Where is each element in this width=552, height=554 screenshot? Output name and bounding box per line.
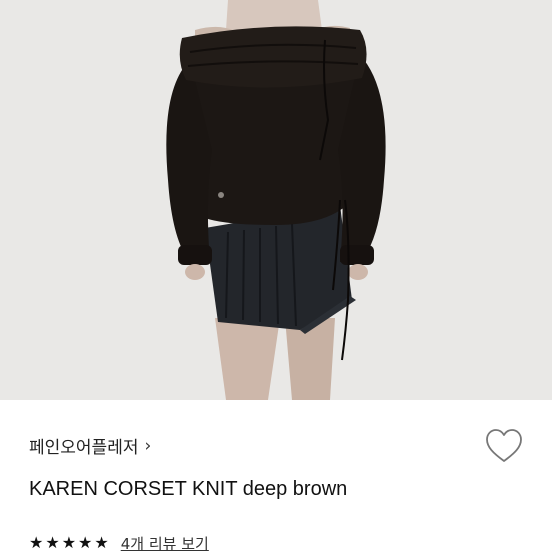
model-illustration [0,0,552,400]
product-info-panel: 페인오어플레저 › KAREN CORSET KNIT deep brown ★… [0,400,552,554]
product-title: KAREN CORSET KNIT deep brown [29,478,348,500]
product-photo[interactable] [0,0,552,400]
star-rating: ★ ★ ★ ★ ★ [29,534,109,552]
star-filled-icon: ★ [61,534,77,552]
rating-row: ★ ★ ★ ★ ★ 4개 리뷰 보기 [29,533,209,554]
star-filled-icon: ★ [78,534,93,552]
chevron-right-icon: › [144,435,152,456]
heart-outline-icon [486,429,522,462]
brand-link[interactable]: 페인오어플레저 › [29,433,152,459]
review-link[interactable]: 4개 리뷰 보기 [121,533,209,554]
wishlist-button[interactable] [485,428,523,464]
star-filled-icon: ★ [29,534,44,552]
star-filled-icon: ★ [94,534,109,552]
star-filled-icon: ★ [45,534,60,552]
brand-name: 페인오어플레저 [29,438,139,458]
